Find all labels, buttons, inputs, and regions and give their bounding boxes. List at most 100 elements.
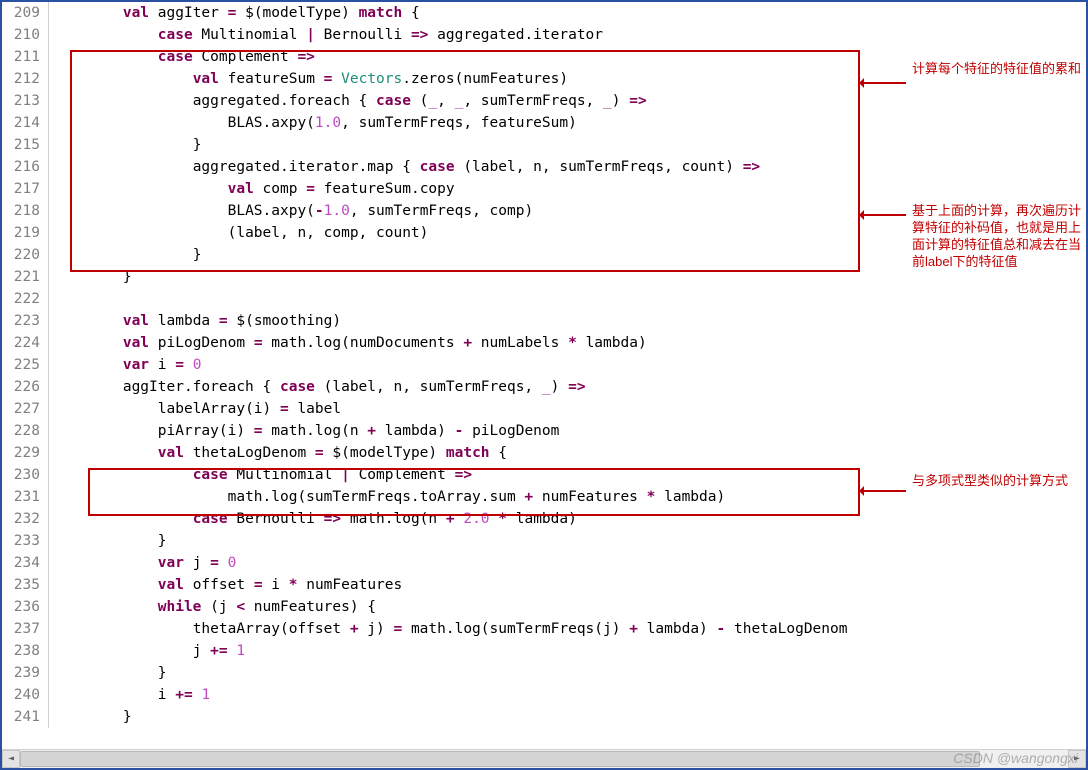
scroll-right-button[interactable]: ► xyxy=(1068,750,1086,768)
line-number: 238 xyxy=(2,640,49,662)
code-content[interactable]: val featureSum = Vectors.zeros(numFeatur… xyxy=(49,68,1086,90)
line-number: 218 xyxy=(2,200,49,222)
code-line[interactable]: 216 aggregated.iterator.map { case (labe… xyxy=(2,156,1086,178)
code-content[interactable]: case Bernoulli => math.log(n + 2.0 * lam… xyxy=(49,508,1086,530)
line-number: 224 xyxy=(2,332,49,354)
code-content[interactable] xyxy=(49,288,1086,310)
code-content[interactable]: val offset = i * numFeatures xyxy=(49,574,1086,596)
line-number: 221 xyxy=(2,266,49,288)
code-line[interactable]: 210 case Multinomial | Bernoulli => aggr… xyxy=(2,24,1086,46)
code-editor[interactable]: 209 val aggIter = $(modelType) match {21… xyxy=(2,2,1086,748)
code-content[interactable]: BLAS.axpy(1.0, sumTermFreqs, featureSum) xyxy=(49,112,1086,134)
line-number: 227 xyxy=(2,398,49,420)
code-line[interactable]: 241 } xyxy=(2,706,1086,728)
code-line[interactable]: 217 val comp = featureSum.copy xyxy=(2,178,1086,200)
code-content[interactable]: BLAS.axpy(-1.0, sumTermFreqs, comp) xyxy=(49,200,1086,222)
line-number: 215 xyxy=(2,134,49,156)
line-number: 230 xyxy=(2,464,49,486)
code-line[interactable]: 226 aggIter.foreach { case (label, n, su… xyxy=(2,376,1086,398)
line-number: 210 xyxy=(2,24,49,46)
code-line[interactable]: 236 while (j < numFeatures) { xyxy=(2,596,1086,618)
code-line[interactable]: 227 labelArray(i) = label xyxy=(2,398,1086,420)
code-content[interactable]: var i = 0 xyxy=(49,354,1086,376)
code-line[interactable]: 213 aggregated.foreach { case (_, _, sum… xyxy=(2,90,1086,112)
code-line[interactable]: 224 val piLogDenom = math.log(numDocumen… xyxy=(2,332,1086,354)
code-content[interactable]: while (j < numFeatures) { xyxy=(49,596,1086,618)
code-line[interactable]: 229 val thetaLogDenom = $(modelType) mat… xyxy=(2,442,1086,464)
line-number: 217 xyxy=(2,178,49,200)
line-number: 236 xyxy=(2,596,49,618)
line-number: 219 xyxy=(2,222,49,244)
code-line[interactable]: 238 j += 1 xyxy=(2,640,1086,662)
code-content[interactable]: (label, n, comp, count) xyxy=(49,222,1086,244)
code-content[interactable]: aggregated.foreach { case (_, _, sumTerm… xyxy=(49,90,1086,112)
code-content[interactable]: case Complement => xyxy=(49,46,1086,68)
code-content[interactable]: } xyxy=(49,266,1086,288)
code-line[interactable]: 212 val featureSum = Vectors.zeros(numFe… xyxy=(2,68,1086,90)
line-number: 209 xyxy=(2,2,49,24)
line-number: 226 xyxy=(2,376,49,398)
code-content[interactable]: } xyxy=(49,134,1086,156)
line-number: 240 xyxy=(2,684,49,706)
code-line[interactable]: 230 case Multinomial | Complement => xyxy=(2,464,1086,486)
horizontal-scrollbar[interactable]: ◄ ► xyxy=(2,749,1086,768)
line-number: 229 xyxy=(2,442,49,464)
code-line[interactable]: 215 } xyxy=(2,134,1086,156)
code-content[interactable]: case Multinomial | Bernoulli => aggregat… xyxy=(49,24,1086,46)
code-line[interactable]: 223 val lambda = $(smoothing) xyxy=(2,310,1086,332)
code-line[interactable]: 231 math.log(sumTermFreqs.toArray.sum + … xyxy=(2,486,1086,508)
code-content[interactable]: } xyxy=(49,244,1086,266)
code-content[interactable]: case Multinomial | Complement => xyxy=(49,464,1086,486)
code-content[interactable]: val thetaLogDenom = $(modelType) match { xyxy=(49,442,1086,464)
code-line[interactable]: 221 } xyxy=(2,266,1086,288)
line-number: 228 xyxy=(2,420,49,442)
code-line[interactable]: 211 case Complement => xyxy=(2,46,1086,68)
code-content[interactable]: val piLogDenom = math.log(numDocuments +… xyxy=(49,332,1086,354)
code-line[interactable]: 237 thetaArray(offset + j) = math.log(su… xyxy=(2,618,1086,640)
code-content[interactable]: thetaArray(offset + j) = math.log(sumTer… xyxy=(49,618,1086,640)
line-number: 216 xyxy=(2,156,49,178)
code-line[interactable]: 222 xyxy=(2,288,1086,310)
line-number: 233 xyxy=(2,530,49,552)
line-number: 241 xyxy=(2,706,49,728)
line-number: 213 xyxy=(2,90,49,112)
line-number: 212 xyxy=(2,68,49,90)
line-number: 239 xyxy=(2,662,49,684)
scroll-thumb[interactable] xyxy=(20,751,980,767)
line-number: 211 xyxy=(2,46,49,68)
code-line[interactable]: 234 var j = 0 xyxy=(2,552,1086,574)
scroll-left-button[interactable]: ◄ xyxy=(2,750,20,768)
code-content[interactable]: val lambda = $(smoothing) xyxy=(49,310,1086,332)
code-content[interactable]: aggregated.iterator.map { case (label, n… xyxy=(49,156,1086,178)
code-line[interactable]: 214 BLAS.axpy(1.0, sumTermFreqs, feature… xyxy=(2,112,1086,134)
code-content[interactable]: math.log(sumTermFreqs.toArray.sum + numF… xyxy=(49,486,1086,508)
code-line[interactable]: 233 } xyxy=(2,530,1086,552)
code-line[interactable]: 232 case Bernoulli => math.log(n + 2.0 *… xyxy=(2,508,1086,530)
code-content[interactable]: } xyxy=(49,530,1086,552)
line-number: 220 xyxy=(2,244,49,266)
code-line[interactable]: 240 i += 1 xyxy=(2,684,1086,706)
line-number: 237 xyxy=(2,618,49,640)
code-content[interactable]: piArray(i) = math.log(n + lambda) - piLo… xyxy=(49,420,1086,442)
code-line[interactable]: 218 BLAS.axpy(-1.0, sumTermFreqs, comp) xyxy=(2,200,1086,222)
line-number: 232 xyxy=(2,508,49,530)
code-line[interactable]: 235 val offset = i * numFeatures xyxy=(2,574,1086,596)
code-content[interactable]: } xyxy=(49,662,1086,684)
line-number: 235 xyxy=(2,574,49,596)
code-line[interactable]: 219 (label, n, comp, count) xyxy=(2,222,1086,244)
line-number: 225 xyxy=(2,354,49,376)
code-content[interactable]: i += 1 xyxy=(49,684,1086,706)
code-content[interactable]: } xyxy=(49,706,1086,728)
code-line[interactable]: 228 piArray(i) = math.log(n + lambda) - … xyxy=(2,420,1086,442)
code-line[interactable]: 225 var i = 0 xyxy=(2,354,1086,376)
code-line[interactable]: 220 } xyxy=(2,244,1086,266)
code-content[interactable]: var j = 0 xyxy=(49,552,1086,574)
line-number: 214 xyxy=(2,112,49,134)
code-content[interactable]: j += 1 xyxy=(49,640,1086,662)
code-content[interactable]: labelArray(i) = label xyxy=(49,398,1086,420)
code-content[interactable]: aggIter.foreach { case (label, n, sumTer… xyxy=(49,376,1086,398)
code-line[interactable]: 239 } xyxy=(2,662,1086,684)
code-line[interactable]: 209 val aggIter = $(modelType) match { xyxy=(2,2,1086,24)
code-content[interactable]: val comp = featureSum.copy xyxy=(49,178,1086,200)
code-content[interactable]: val aggIter = $(modelType) match { xyxy=(49,2,1086,24)
